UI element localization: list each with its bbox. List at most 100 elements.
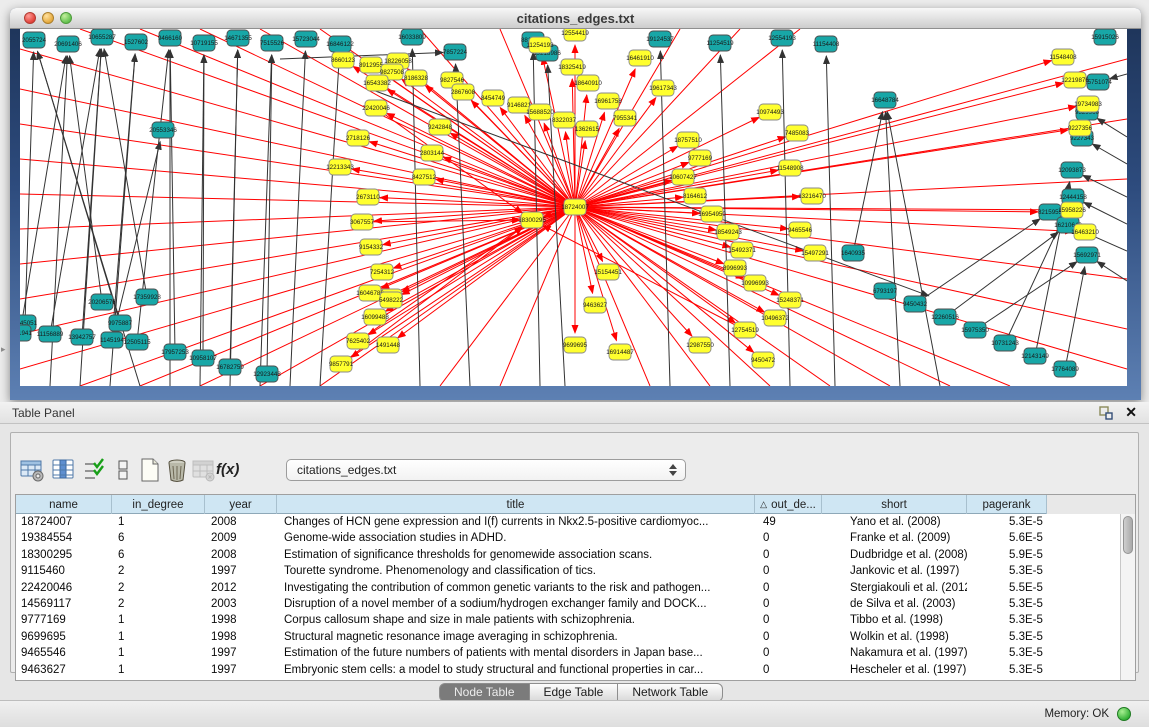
network-edge[interactable] (1110, 74, 1127, 79)
network-node[interactable]: 10958107 (189, 350, 217, 366)
network-edge[interactable] (1084, 202, 1127, 224)
vertical-scrollbar[interactable] (1120, 514, 1135, 680)
table-row[interactable]: 1938455462009Genome-wide association stu… (16, 530, 1135, 546)
table-settings-icon[interactable] (19, 457, 45, 483)
network-node[interactable]: 18757510 (674, 132, 702, 148)
network-node[interactable]: 12754519 (731, 322, 759, 338)
citation-network-graph[interactable]: 2055724206914061065528715276029466160107… (20, 29, 1127, 386)
network-edge[interactable] (112, 142, 160, 340)
network-node[interactable]: 12554419 (561, 29, 589, 41)
network-node[interactable]: 10719155 (190, 35, 218, 51)
network-node[interactable]: 9465546 (788, 222, 813, 238)
network-node[interactable]: 11548408 (1049, 49, 1077, 65)
table-row[interactable]: 977716911998Corpus callosum shape and si… (16, 612, 1135, 628)
network-node[interactable]: 11254519 (706, 35, 734, 51)
network-node[interactable]: 10655287 (88, 29, 116, 45)
network-node[interactable]: 13942757 (68, 329, 96, 345)
network-node[interactable]: 16099488 (361, 309, 389, 325)
network-node[interactable]: 7254312 (370, 264, 395, 280)
network-node[interactable]: 16648784 (871, 92, 899, 108)
network-edge[interactable] (440, 207, 575, 386)
network-edge[interactable] (1092, 144, 1127, 164)
network-node[interactable]: 8427512 (412, 169, 437, 185)
network-node[interactable]: 16846122 (326, 36, 354, 52)
table-header-row[interactable]: namein_degreeyeartitle△out_de...shortpag… (16, 495, 1135, 514)
network-edge[interactable] (915, 219, 1040, 304)
network-node[interactable]: 15688520 (526, 104, 554, 120)
network-edge[interactable] (25, 52, 34, 323)
network-node[interactable]: 20691406 (54, 36, 82, 52)
column-visibility-icon[interactable] (51, 457, 77, 483)
network-node[interactable]: 16914487 (606, 344, 634, 360)
network-edge[interactable] (782, 50, 790, 386)
network-node[interactable]: 9242848 (428, 119, 453, 135)
float-window-icon[interactable] (1099, 406, 1113, 420)
network-node[interactable]: 16961758 (594, 93, 622, 109)
network-node[interactable]: 10974493 (756, 104, 784, 120)
network-edge[interactable] (575, 207, 710, 386)
network-node[interactable]: 15915026 (1091, 29, 1119, 45)
column-header-pagerank[interactable]: pagerank (967, 495, 1047, 514)
network-node[interactable]: 15497291 (801, 245, 829, 261)
table-source-select[interactable]: citations_edges.txt (286, 459, 686, 481)
network-node[interactable]: 20553346 (149, 122, 177, 138)
network-node[interactable]: 16033809 (398, 29, 426, 45)
network-node[interactable]: 10996993 (741, 275, 769, 291)
network-node[interactable]: 18724007 (561, 199, 589, 215)
column-header-title[interactable]: title (277, 495, 755, 514)
network-node[interactable]: 8164612 (683, 188, 708, 204)
column-header-short[interactable]: short (822, 495, 967, 514)
network-edge[interactable] (398, 207, 575, 338)
network-edge[interactable] (575, 117, 759, 207)
network-node[interactable]: 12260516 (931, 309, 959, 325)
network-node[interactable]: 13216470 (798, 188, 826, 204)
network-node[interactable]: 9699695 (563, 337, 588, 353)
network-node[interactable]: 5498222 (379, 292, 404, 308)
close-panel-icon[interactable]: ✕ (1125, 404, 1137, 420)
network-node[interactable]: 9154332 (359, 239, 384, 255)
network-node[interactable]: 16543382 (363, 75, 391, 91)
network-node[interactable]: 16461910 (626, 50, 654, 66)
network-edge[interactable] (20, 194, 575, 207)
network-node[interactable]: 8322037 (552, 112, 577, 128)
network-node[interactable]: 12923448 (253, 366, 281, 382)
network-node[interactable]: 7625402 (346, 333, 371, 349)
network-node[interactable]: 12505115 (123, 334, 151, 350)
network-edge[interactable] (575, 29, 740, 207)
table-row[interactable]: 1830029562008Estimation of significance … (16, 547, 1135, 563)
network-node[interactable]: 8454749 (481, 90, 506, 106)
network-edge[interactable] (575, 61, 1052, 207)
network-edge[interactable] (1083, 175, 1127, 197)
network-node[interactable]: 2673110 (356, 189, 380, 205)
network-node[interactable]: 3067557 (350, 214, 375, 230)
network-node[interactable]: 12219876 (1061, 72, 1089, 88)
column-header-in_degree[interactable]: in_degree (112, 495, 205, 514)
network-node[interactable]: 20206576 (88, 294, 116, 310)
network-node[interactable]: 8996993 (723, 260, 748, 276)
network-node[interactable]: 16782759 (216, 359, 244, 375)
network-node[interactable]: 7955341 (613, 110, 638, 126)
table-row[interactable]: 911546021997Tourette syndrome. Phenomeno… (16, 563, 1135, 579)
network-node[interactable]: 19124537 (646, 31, 674, 47)
network-node[interactable]: 9463627 (583, 297, 608, 313)
network-node[interactable]: 17957253 (161, 344, 189, 360)
network-node[interactable]: 15492371 (728, 242, 756, 258)
network-node[interactable]: 1640935 (841, 245, 866, 261)
network-node[interactable]: 9227356 (1068, 120, 1093, 136)
network-node[interactable]: 12143149 (1021, 348, 1049, 364)
table-row[interactable]: 946554611997Estimation of the future num… (16, 645, 1135, 661)
network-node[interactable]: 17359928 (133, 289, 161, 305)
network-node[interactable]: 7857224 (443, 44, 468, 60)
network-node[interactable]: 19617343 (649, 80, 677, 96)
network-node[interactable]: 18549243 (714, 224, 742, 240)
column-header-out_de[interactable]: △out_de... (755, 495, 822, 514)
network-node[interactable]: 12213343 (326, 159, 354, 175)
node-attribute-table[interactable]: namein_degreeyeartitle△out_de...shortpag… (15, 494, 1136, 681)
scrollbar-thumb[interactable] (1123, 516, 1133, 554)
network-window[interactable]: citations_edges.txt 20557242069140610655… (10, 8, 1141, 400)
network-edge[interactable] (320, 56, 339, 386)
table-row[interactable]: 1872400712008Changes of HCN gene express… (16, 514, 1135, 530)
network-node[interactable]: 9450432 (903, 296, 928, 312)
network-node[interactable]: 1527602 (124, 34, 149, 50)
network-node[interactable]: 11254193 (526, 37, 554, 53)
